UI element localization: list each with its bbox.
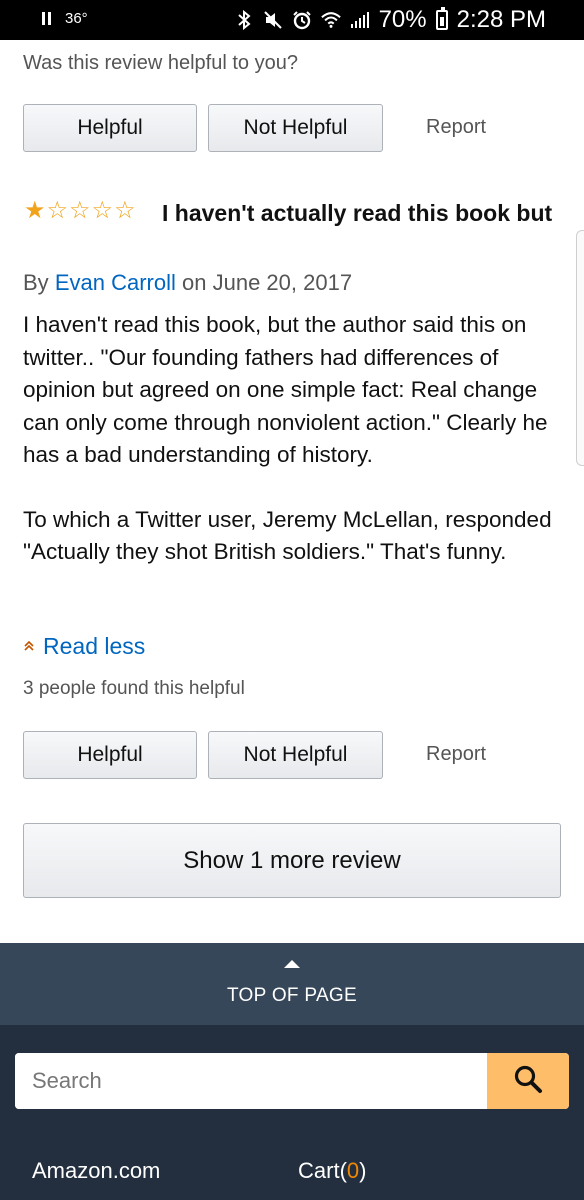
status-bar: 36° 70% 2:28 PM: [0, 0, 584, 40]
signal-icon: [350, 11, 370, 29]
cart-label: Cart: [298, 1158, 340, 1183]
top-of-page-label: TOP OF PAGE: [226, 985, 357, 1006]
temperature: 36°: [65, 10, 88, 27]
battery-percent: 70%: [378, 6, 427, 33]
status-right: 70% 2:28 PM: [234, 6, 546, 34]
chevron-up-icon: [23, 639, 35, 655]
review-title: I haven't actually read this book but: [162, 200, 553, 226]
report-link[interactable]: Report: [426, 743, 486, 766]
review-body: I haven't read this book, but the author…: [23, 309, 568, 569]
by-prefix: By: [23, 270, 49, 295]
wifi-icon: [320, 11, 341, 29]
status-left: 36°: [42, 10, 88, 27]
helpful-button[interactable]: Helpful: [23, 731, 197, 779]
scrollbar[interactable]: [576, 230, 584, 466]
report-link[interactable]: Report: [426, 116, 486, 139]
cart-link[interactable]: Cart(0): [298, 1158, 366, 1184]
helpful-count: 3 people found this helpful: [23, 678, 245, 699]
review-paragraph: To which a Twitter user, Jeremy McLellan…: [23, 506, 552, 565]
review-date: June 20, 2017: [212, 270, 353, 295]
pause-icon: [42, 12, 51, 25]
amazon-home-link[interactable]: Amazon.com: [32, 1158, 160, 1184]
not-helpful-button[interactable]: Not Helpful: [208, 104, 383, 152]
review-paragraph: I haven't read this book, but the author…: [23, 312, 548, 467]
clock: 2:28 PM: [456, 6, 546, 33]
search-box: [15, 1053, 569, 1109]
cart-count: 0: [346, 1158, 360, 1183]
helpful-question: Was this review helpful to you?: [23, 52, 298, 74]
footer: Amazon.com Cart(0): [0, 1025, 584, 1200]
not-helpful-button[interactable]: Not Helpful: [208, 731, 383, 779]
search-icon: [513, 1064, 543, 1099]
search-button[interactable]: [487, 1053, 569, 1109]
arrow-up-icon: [284, 960, 300, 968]
bluetooth-icon: [234, 10, 254, 30]
read-less-label[interactable]: Read less: [43, 633, 145, 660]
alarm-icon: [292, 10, 312, 30]
show-more-reviews-button[interactable]: Show 1 more review: [23, 823, 561, 898]
helpful-button[interactable]: Helpful: [23, 104, 197, 152]
review-byline: By Evan Carroll on June 20, 2017: [23, 270, 352, 296]
mute-icon: [263, 10, 283, 30]
search-input[interactable]: [15, 1053, 485, 1109]
read-less-link[interactable]: Read less: [23, 633, 145, 660]
top-of-page-button[interactable]: TOP OF PAGE: [0, 943, 584, 1025]
date-prefix: on: [181, 270, 207, 295]
battery-icon: [435, 7, 448, 30]
review-author-link[interactable]: Evan Carroll: [55, 270, 176, 295]
